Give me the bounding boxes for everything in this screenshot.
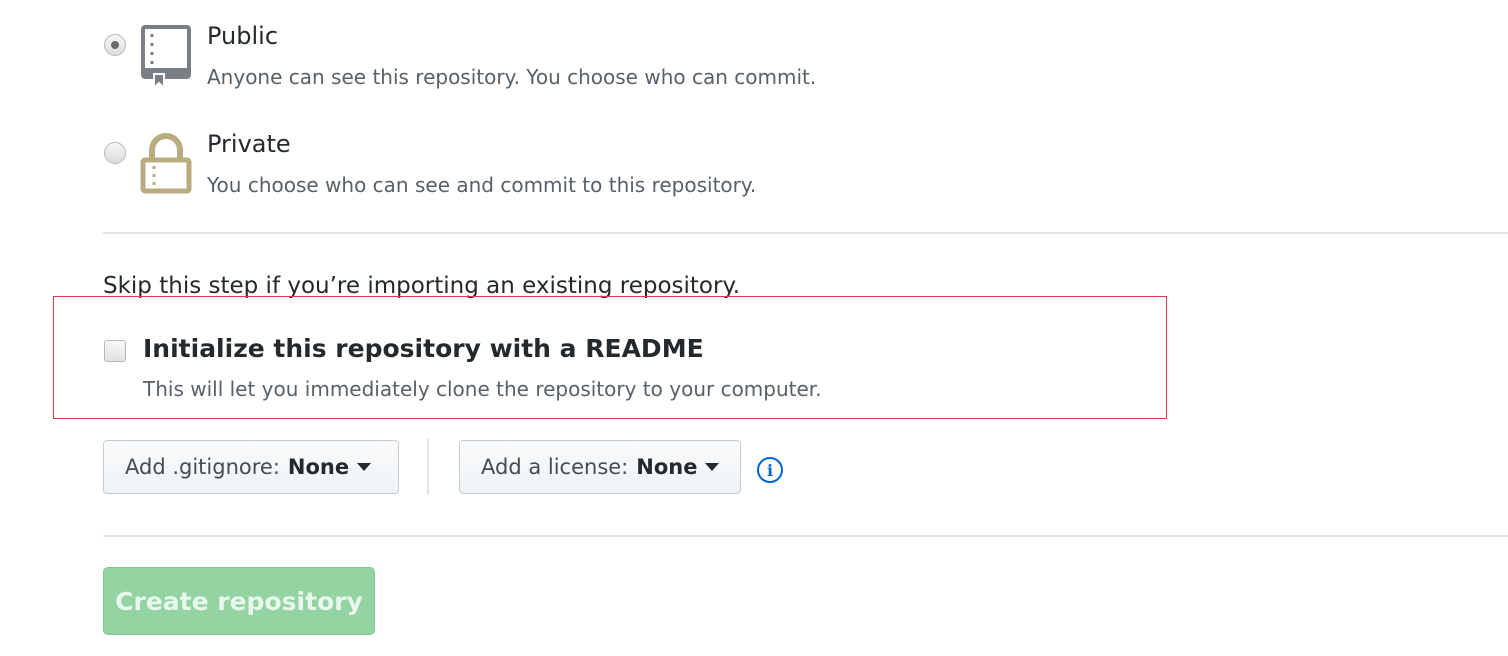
public-title: Public — [207, 22, 279, 50]
license-select[interactable]: Add a license: None — [459, 440, 741, 494]
private-radio[interactable] — [104, 142, 126, 164]
selector-separator — [427, 439, 429, 495]
gitignore-select[interactable]: Add .gitignore: None — [103, 440, 399, 494]
license-label: Add a license: — [481, 455, 629, 479]
section-divider-bottom — [103, 535, 1508, 537]
caret-down-icon — [705, 463, 720, 471]
lock-icon — [140, 130, 192, 194]
gitignore-label: Add .gitignore: — [125, 455, 280, 479]
caret-down-icon — [357, 463, 372, 471]
repo-book-icon — [140, 24, 192, 91]
public-description: Anyone can see this repository. You choo… — [207, 65, 817, 89]
create-repository-button[interactable]: Create repository — [103, 567, 375, 635]
readme-checkbox[interactable] — [104, 340, 126, 362]
license-value: None — [636, 455, 698, 479]
private-title: Private — [207, 130, 291, 158]
readme-description: This will let you immediately clone the … — [143, 377, 822, 401]
info-icon[interactable]: i — [757, 457, 783, 483]
public-radio[interactable] — [104, 34, 126, 56]
section-divider — [103, 232, 1508, 234]
private-description: You choose who can see and commit to thi… — [207, 173, 757, 197]
gitignore-value: None — [287, 455, 350, 479]
readme-label[interactable]: Initialize this repository with a README — [143, 334, 704, 363]
